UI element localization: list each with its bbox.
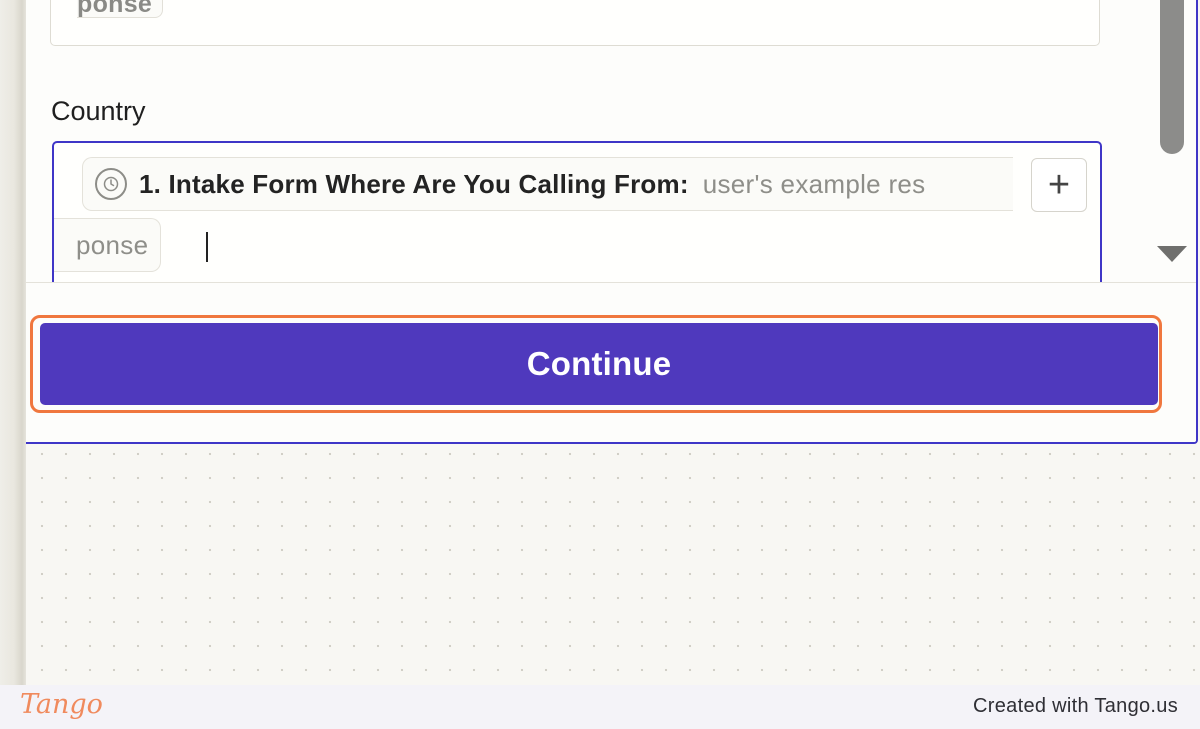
chip-value-continued: ponse bbox=[54, 218, 162, 272]
country-label: Country bbox=[51, 96, 146, 126]
panel-footer: Continue bbox=[26, 282, 1196, 442]
tango-footer-bar: Tango Created with Tango.us bbox=[0, 685, 1200, 729]
tango-logo: Tango bbox=[20, 689, 103, 720]
mapped-field-chip[interactable]: 1. Intake Form Where Are You Calling Fro… bbox=[82, 157, 1013, 211]
scroll-down-arrow-icon[interactable] bbox=[1157, 246, 1187, 262]
scrollbar-thumb[interactable] bbox=[1160, 0, 1184, 154]
step-config-panel: ponse Country 1. Intake Form Where Are Y… bbox=[26, 0, 1198, 444]
previous-field-chip: ponse bbox=[77, 0, 164, 18]
continue-button[interactable]: Continue bbox=[40, 323, 1158, 405]
add-field-button[interactable]: + bbox=[1031, 158, 1087, 212]
previous-field-input[interactable]: ponse bbox=[50, 0, 1100, 46]
text-caret bbox=[206, 232, 208, 262]
clock-icon bbox=[95, 168, 127, 200]
chip-value: user's example res bbox=[702, 168, 926, 199]
left-rail bbox=[0, 0, 26, 685]
created-with-text: Created with Tango.us bbox=[973, 695, 1178, 717]
country-input[interactable]: 1. Intake Form Where Are You Calling Fro… bbox=[52, 141, 1102, 305]
chip-key: 1. Intake Form Where Are You Calling Fro… bbox=[139, 168, 689, 199]
